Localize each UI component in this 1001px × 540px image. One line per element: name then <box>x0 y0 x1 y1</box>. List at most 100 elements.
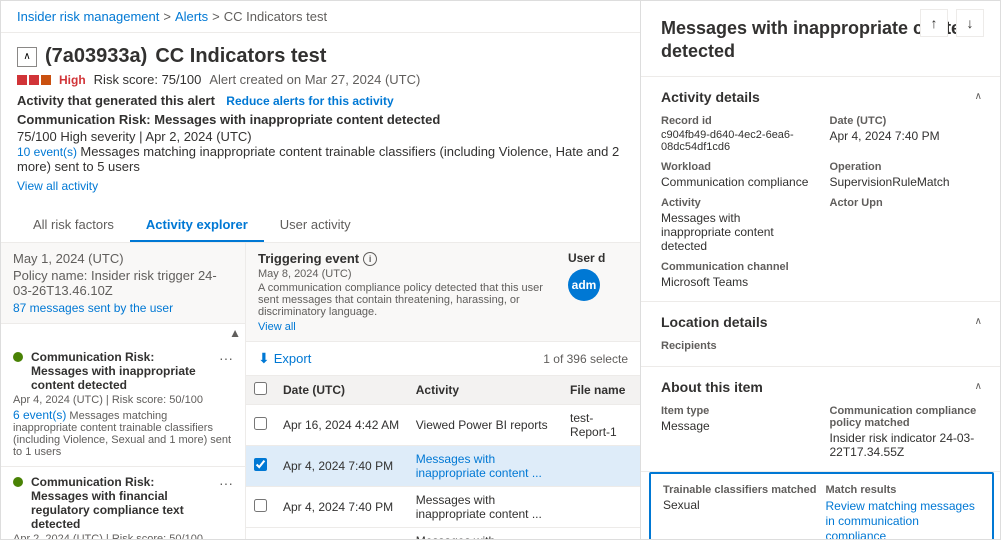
breadcrumb-sep-1: > <box>163 9 171 24</box>
event-link[interactable]: 10 event(s) <box>17 145 77 159</box>
events-sidebar: May 1, 2024 (UTC) Policy name: Insider r… <box>1 243 246 539</box>
about-item-header: About this item ∧ <box>661 379 982 395</box>
row-date-0: Apr 16, 2024 4:42 AM <box>275 405 408 446</box>
info-icon: i <box>363 252 377 266</box>
match-results-label: Match results <box>826 484 981 496</box>
alert-title: CC Indicators test <box>155 45 326 68</box>
event-more-1[interactable]: ··· <box>219 350 233 366</box>
detail-recipients: Recipients <box>661 340 982 352</box>
row-checkbox-0[interactable] <box>246 405 275 446</box>
collapse-button[interactable]: ∧ <box>17 47 37 67</box>
col-checkbox <box>246 376 275 405</box>
detail-record-id: Record id c904fb49-d640-4ec2-6ea6-08dc54… <box>661 115 814 153</box>
event-desc: Messages matching inappropriate content … <box>17 144 619 174</box>
breadcrumb-item-1[interactable]: Insider risk management <box>17 9 159 24</box>
review-messages-link[interactable]: Review matching messages in communicatio… <box>826 499 975 539</box>
nav-arrows: ↑ ↓ <box>920 9 984 37</box>
col-date: Date (UTC) <box>275 376 408 405</box>
triggering-event-label: Triggering event i <box>258 251 552 266</box>
detail-policy-matched: Communication compliance policy matched … <box>830 405 983 459</box>
ae-toolbar: ⬇ Export 1 of 396 selecte <box>246 342 640 376</box>
nav-down-button[interactable]: ↓ <box>956 9 984 37</box>
table-row[interactable]: Apr 4, 2024 7:40 PM Messages with inappr… <box>246 528 640 540</box>
tab-user-activity[interactable]: User activity <box>264 209 367 242</box>
highlighted-section: Trainable classifiers matched Sexual Mat… <box>649 472 994 539</box>
event-detail-1: 6 event(s) Messages matching inappropria… <box>13 408 233 458</box>
tab-activity-explorer[interactable]: Activity explorer <box>130 209 264 242</box>
detail-operation: Operation SupervisionRuleMatch <box>830 161 983 189</box>
sidebar-date: May 1, 2024 (UTC) <box>13 251 233 266</box>
risk-score: Risk score: 75/100 <box>94 72 202 87</box>
ae-selection-count: 1 of 396 selecte <box>543 352 628 366</box>
about-item-chevron[interactable]: ∧ <box>975 381 982 392</box>
breadcrumb-sep-2: > <box>212 9 220 24</box>
table-row[interactable]: Apr 4, 2024 7:40 PM Messages with inappr… <box>246 446 640 487</box>
location-details-label: Location details <box>661 314 768 330</box>
user-d-section: User d adm <box>568 251 628 333</box>
event-item-1[interactable]: Communication Risk: Messages with inappr… <box>1 342 245 467</box>
export-button[interactable]: ⬇ Export <box>258 350 311 367</box>
event-dot-2 <box>13 477 23 487</box>
scroll-up-indicator: ▲ <box>1 324 245 342</box>
detail-activity: Activity Messages with inappropriate con… <box>661 197 814 253</box>
risk-sq-red <box>17 75 27 85</box>
reduce-alerts-link[interactable]: Reduce alerts for this activity <box>226 94 393 108</box>
tab-all-risk-factors[interactable]: All risk factors <box>17 209 130 242</box>
user-d-label: User d <box>568 251 628 265</box>
event-more-2[interactable]: ··· <box>219 475 233 491</box>
detail-item-type: Item type Message <box>661 405 814 459</box>
risk-sq-orange <box>41 75 51 85</box>
user-avatar: adm <box>568 269 600 301</box>
row-checkbox-3[interactable] <box>246 528 275 540</box>
ae-table-wrapper: Date (UTC) Activity File name Apr 16, 20… <box>246 376 640 539</box>
detail-workload: Workload Communication compliance <box>661 161 814 189</box>
view-all-activity-link[interactable]: View all activity <box>17 179 98 193</box>
row-filename-1 <box>562 446 640 487</box>
sidebar-msgs-link[interactable]: 87 messages sent by the user <box>13 301 173 315</box>
classifiers-matched-col: Trainable classifiers matched Sexual <box>663 484 818 539</box>
content-area: May 1, 2024 (UTC) Policy name: Insider r… <box>1 243 640 539</box>
classifiers-grid: Trainable classifiers matched Sexual Mat… <box>663 484 980 539</box>
row-activity-2: Messages with inappropriate content ... <box>408 487 562 528</box>
select-all-checkbox[interactable] <box>254 382 267 395</box>
export-icon: ⬇ <box>258 350 270 367</box>
triggering-event-section: Triggering event i May 8, 2024 (UTC) A c… <box>258 251 552 333</box>
activity-details-chevron[interactable]: ∧ <box>975 91 982 102</box>
breadcrumb-item-2[interactable]: Alerts <box>175 9 208 24</box>
alert-date: Alert created on Mar 27, 2024 (UTC) <box>209 72 420 87</box>
row-activity-1: Messages with inappropriate content ... <box>408 446 562 487</box>
about-item-label: About this item <box>661 379 763 395</box>
alert-id: (7a03933a) <box>45 45 147 68</box>
row-activity-3: Messages with inappropriate content ... <box>408 528 562 540</box>
activity-details-label: Activity details <box>661 89 760 105</box>
risk-indicator <box>17 75 51 85</box>
row-checkbox-1[interactable] <box>246 446 275 487</box>
triggering-event-desc: A communication compliance policy detect… <box>258 282 552 318</box>
risk-sq-red2 <box>29 75 39 85</box>
location-details-header: Location details ∧ <box>661 314 982 330</box>
risk-level: High <box>59 73 86 87</box>
classifiers-label: Trainable classifiers matched <box>663 484 818 496</box>
location-details-section: Location details ∧ Recipients <box>641 302 1001 367</box>
triggering-view-all-link[interactable]: View all <box>258 321 296 333</box>
nav-up-button[interactable]: ↑ <box>920 9 948 37</box>
row-activity-0: Viewed Power BI reports <box>408 405 562 446</box>
activity-explorer-panel: Triggering event i May 8, 2024 (UTC) A c… <box>246 243 640 539</box>
table-row[interactable]: Apr 4, 2024 7:40 PM Messages with inappr… <box>246 487 640 528</box>
sidebar-policy-info: Policy name: Insider risk trigger 24-03-… <box>13 268 233 298</box>
activity-table: Date (UTC) Activity File name Apr 16, 20… <box>246 376 640 539</box>
event-title-2: Communication Risk: Messages with financ… <box>31 475 215 531</box>
event-meta-1: Apr 4, 2024 (UTC) | Risk score: 50/100 <box>13 394 233 406</box>
table-row[interactable]: Apr 16, 2024 4:42 AM Viewed Power BI rep… <box>246 405 640 446</box>
event-title-1: Communication Risk: Messages with inappr… <box>31 350 215 392</box>
row-filename-0: test-Report-1 <box>562 405 640 446</box>
row-checkbox-2[interactable] <box>246 487 275 528</box>
col-activity: Activity <box>408 376 562 405</box>
row-filename-2 <box>562 487 640 528</box>
detail-date: Date (UTC) Apr 4, 2024 7:40 PM <box>830 115 983 153</box>
location-details-chevron[interactable]: ∧ <box>975 316 982 327</box>
event-item-2[interactable]: Communication Risk: Messages with financ… <box>1 467 245 539</box>
col-filename: File name <box>562 376 640 405</box>
trainable-classifiers-section: Trainable classifiers matched Sexual Mat… <box>651 474 992 539</box>
row-date-3: Apr 4, 2024 7:40 PM <box>275 528 408 540</box>
